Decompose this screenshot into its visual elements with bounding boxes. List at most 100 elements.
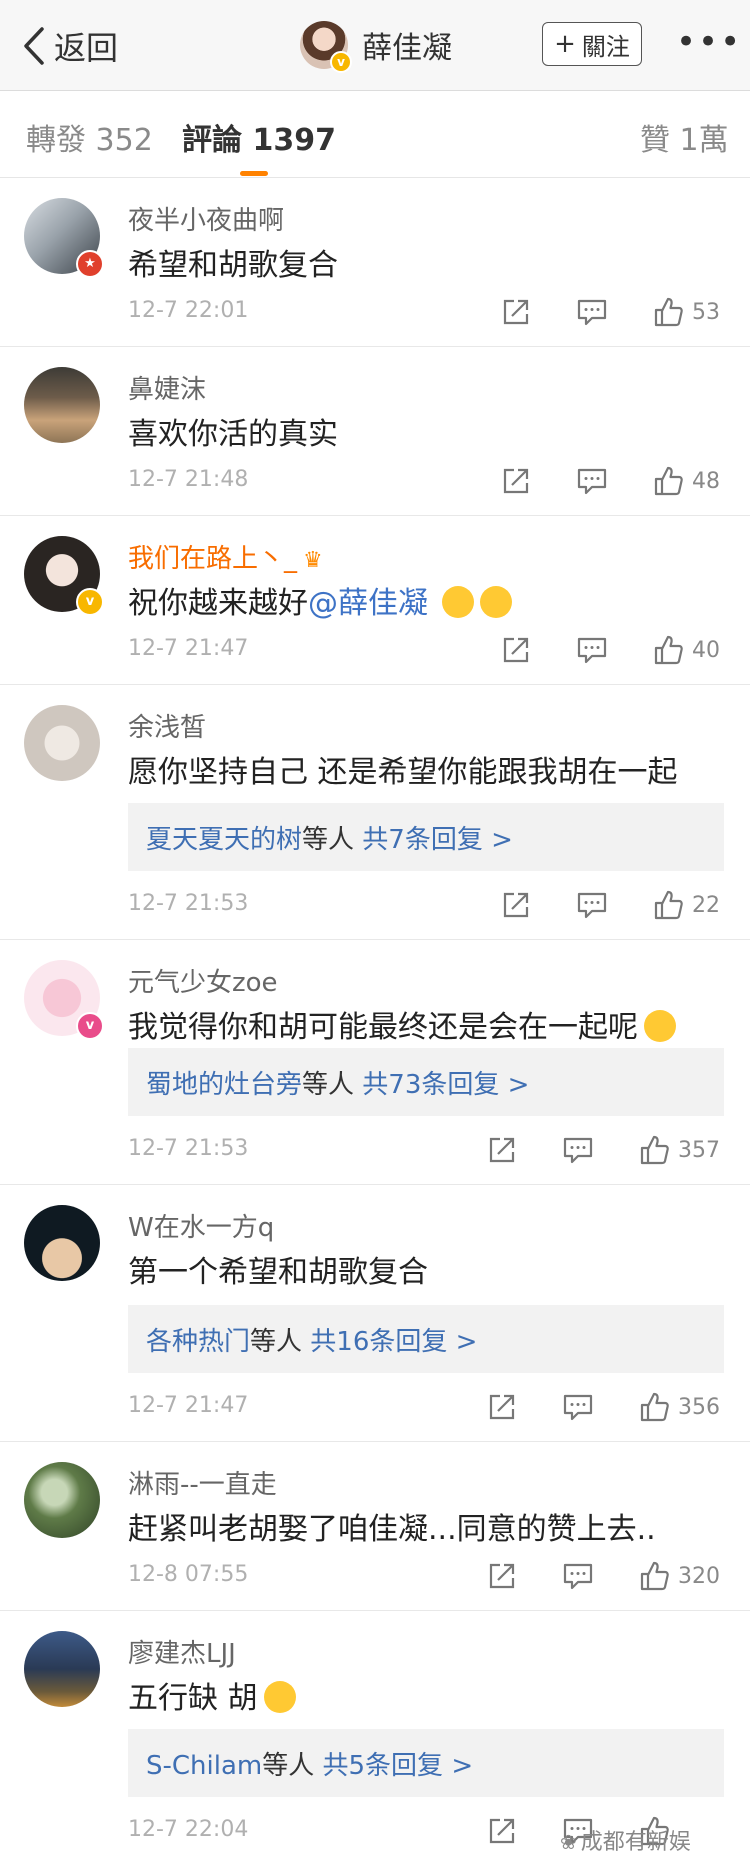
repost-button[interactable] [486,1560,518,1592]
comment-item: v 元气少女zoe 我觉得你和胡可能最终还是会在一起呢 蜀地的灶台旁等人 共73… [0,940,750,1185]
comment-timestamp: 12-8 07:55 [128,1562,249,1587]
comment-item: ★ 夜半小夜曲啊 希望和胡歌复合 12-7 22:01 53 [0,178,750,347]
like-count: 53 [692,299,720,325]
comment-username[interactable]: W在水一方q [128,1207,274,1244]
chevron-left-icon [24,27,44,65]
comment-icon [577,299,607,326]
like-button[interactable]: 53 [652,296,720,328]
more-options-icon[interactable]: ••• [676,25,742,59]
reply-button[interactable] [576,465,608,497]
comment-icon [577,637,607,664]
thumbs-up-icon [654,635,683,665]
comment-list: ★ 夜半小夜曲啊 希望和胡歌复合 12-7 22:01 53 鼻婕沫 喜欢你活的… [0,178,750,1871]
comment-username[interactable]: 元气少女zoe [128,962,278,999]
comment-text-body: 我觉得你和胡可能最终还是会在一起呢 [128,1010,638,1045]
like-button[interactable]: 356 [638,1391,720,1423]
tab-repost[interactable]: 轉發 352 [26,115,153,159]
avatar[interactable] [24,1631,100,1707]
reply-names: 各种热门 [146,1326,251,1357]
reply-suffix: 等人 [302,1069,355,1100]
back-button[interactable]: 返回 [22,24,118,68]
profile-avatar[interactable]: v [300,21,352,73]
like-count: 22 [692,892,720,918]
thumbs-up-icon [640,1392,669,1422]
reply-button[interactable] [562,1391,594,1423]
share-icon [503,892,529,918]
reply-button[interactable] [576,296,608,328]
follow-label: 關注 [581,32,630,61]
verified-badge-icon: v [76,588,104,616]
share-icon [489,1137,515,1163]
replies-summary-text: S-Chilam等人 共5条回复 > [146,1745,473,1782]
repost-button[interactable] [500,465,532,497]
avatar[interactable] [24,705,100,781]
reply-count: 共5条回复 > [322,1750,474,1781]
thumbs-up-icon [640,1135,669,1165]
comment-timestamp: 12-7 21:47 [128,636,249,661]
tab-likes[interactable]: 贊 1萬 [640,115,729,159]
comment-item: 鼻婕沫 喜欢你活的真实 12-7 21:48 48 [0,347,750,516]
comment-username[interactable]: 淋雨--一直走 [128,1464,277,1501]
wechat-icon: ❀ [560,1830,577,1854]
comment-text: 我觉得你和胡可能最终还是会在一起呢 [128,1002,676,1046]
repost-button[interactable] [500,296,532,328]
comment-text: 愿你坚持自己 还是希望你能跟我胡在一起 [128,755,678,790]
comment-username[interactable]: 鼻婕沫 [128,369,206,406]
comment-icon [563,1563,593,1590]
like-button[interactable]: 357 [638,1134,720,1166]
comment-timestamp: 12-7 22:01 [128,298,249,323]
avatar[interactable] [24,1462,100,1538]
reply-button[interactable] [562,1560,594,1592]
thumbs-up-icon [654,297,683,327]
reply-button[interactable] [576,889,608,921]
comment-text: 喜欢你活的真实 [128,417,338,452]
repost-button[interactable] [486,1134,518,1166]
comment-icon [563,1137,593,1164]
like-button[interactable]: 40 [652,634,720,666]
avatar[interactable] [24,367,100,443]
comment-item: v 我们在路上丶_ ♛ 祝你越来越好@薛佳凝 12-7 21:47 40 [0,516,750,685]
profile-header[interactable]: v 薛佳凝 [300,18,452,73]
share-icon [503,637,529,663]
replies-summary[interactable]: 蜀地的灶台旁等人 共73条回复 > [128,1048,724,1116]
like-button[interactable]: 22 [652,889,720,921]
reply-button[interactable] [576,634,608,666]
reply-button[interactable] [562,1134,594,1166]
comment-username[interactable]: 我们在路上丶_ ♛ [128,538,323,575]
watermark-text: 成都有新娱 [580,1830,691,1855]
mention-link[interactable]: @薛佳凝 [308,586,428,621]
comment-text: 祝你越来越好@薛佳凝 [128,578,512,622]
verified-badge-icon: v [330,51,352,73]
crown-icon: ♛ [303,548,323,573]
replies-summary[interactable]: S-Chilam等人 共5条回复 > [128,1729,724,1797]
active-tab-indicator [240,171,268,176]
vip-badge-icon: v [76,1012,104,1040]
comment-username[interactable]: 夜半小夜曲啊 [128,200,284,237]
comment-timestamp: 12-7 21:53 [128,1136,249,1161]
reply-suffix: 等人 [250,1326,303,1357]
repost-button[interactable] [486,1391,518,1423]
reply-names: 夏天夏天的树 [146,824,303,855]
share-icon [503,299,529,325]
profile-name: 薛佳凝 [362,31,452,66]
like-button[interactable]: 320 [638,1560,720,1592]
repost-button[interactable] [500,889,532,921]
comment-username[interactable]: 廖建杰LJJ [128,1633,236,1670]
comment-username[interactable]: 余浅皙 [128,707,206,744]
watermark: ❀ 成都有新娱 [560,1824,691,1856]
avatar[interactable] [24,1205,100,1281]
repost-button[interactable] [486,1815,518,1847]
comment-timestamp: 12-7 21:47 [128,1393,249,1418]
shy-emoji-icon [644,1009,676,1042]
repost-button[interactable] [500,634,532,666]
plus-icon: + [554,29,576,59]
comment-timestamp: 12-7 21:48 [128,467,249,492]
replies-summary[interactable]: 夏天夏天的树等人 共7条回复 > [128,803,724,871]
follow-button[interactable]: + 關注 [542,22,642,66]
replies-summary[interactable]: 各种热门等人 共16条回复 > [128,1305,724,1373]
like-button[interactable]: 48 [652,465,720,497]
blush-emoji-icon [480,585,512,618]
like-count: 48 [692,468,720,494]
tab-comments[interactable]: 評論 1397 [182,115,336,159]
smile-emoji-icon [263,1680,296,1713]
